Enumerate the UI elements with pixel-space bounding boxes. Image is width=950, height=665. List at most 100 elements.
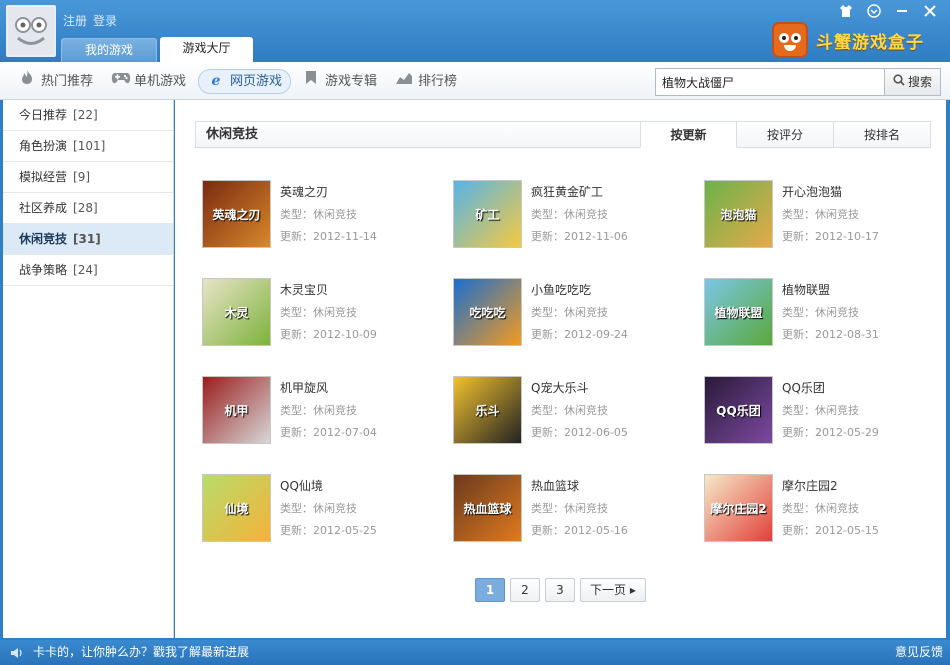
sidebar-item-label: 角色扮演 xyxy=(19,139,68,153)
page-1-button[interactable]: 1 xyxy=(475,578,505,602)
page-2-button[interactable]: 2 xyxy=(510,578,540,602)
game-thumbnail-art: 乐斗 xyxy=(454,377,521,443)
shirt-icon[interactable] xyxy=(832,4,860,24)
game-thumbnail[interactable]: 植物联盟 xyxy=(704,278,773,346)
sidebar-item-count: [28] xyxy=(73,201,98,215)
sidebar-item-casual[interactable]: 休闲竞技 [31] xyxy=(3,224,173,255)
game-card[interactable]: 乐斗 Q宠大乐斗 类型：休闲竞技 更新：2012-06-05 xyxy=(453,376,693,446)
game-name-link[interactable]: QQ仙境 xyxy=(280,477,323,494)
close-icon[interactable] xyxy=(916,4,944,24)
tab-sort-rating[interactable]: 按评分 xyxy=(737,121,834,148)
game-name-link[interactable]: 疯狂黄金矿工 xyxy=(531,183,603,200)
game-card[interactable]: 机甲 机甲旋风 类型：休闲竞技 更新：2012-07-04 xyxy=(202,376,442,446)
section-title: 休闲竞技 xyxy=(206,127,259,142)
sidebar-item-label: 战争策略 xyxy=(19,263,68,277)
sidebar-item-count: [9] xyxy=(73,170,91,184)
search-box: 搜索 xyxy=(655,68,941,96)
game-thumbnail[interactable]: 泡泡猫 xyxy=(704,180,773,248)
feedback-link[interactable]: 意见反馈 xyxy=(895,640,943,665)
game-thumbnail[interactable]: 矿工 xyxy=(453,180,522,248)
game-thumbnail[interactable]: 摩尔庄园2 xyxy=(704,474,773,542)
search-input[interactable] xyxy=(656,69,884,95)
game-thumbnail-art: 仙境 xyxy=(203,475,270,541)
sidebar-item-today[interactable]: 今日推荐 [22] xyxy=(3,100,173,131)
game-card[interactable]: 吃吃吃 小鱼吃吃吃 类型：休闲竞技 更新：2012-09-24 xyxy=(453,278,693,348)
game-name-link[interactable]: 小鱼吃吃吃 xyxy=(531,281,591,298)
game-card[interactable]: 木灵 木灵宝贝 类型：休闲竞技 更新：2012-10-09 xyxy=(202,278,442,348)
game-name-link[interactable]: 机甲旋风 xyxy=(280,379,328,396)
sidebar-item-label: 休闲竞技 xyxy=(19,232,68,246)
tab-sort-rank[interactable]: 按排名 xyxy=(834,121,931,148)
sidebar-item-strategy[interactable]: 战争策略 [24] xyxy=(3,255,173,286)
game-update-date: 更新：2012-07-04 xyxy=(280,426,377,439)
nav-hot[interactable]: 热门推荐 xyxy=(10,69,101,94)
game-thumbnail-art: 摩尔庄园2 xyxy=(705,475,772,541)
news-link[interactable]: 卡卡的，让你肿么办？戳我了解最新进展 xyxy=(33,640,249,665)
avatar[interactable] xyxy=(6,5,56,57)
sidebar-item-label: 社区养成 xyxy=(19,201,68,215)
game-type: 类型：休闲竞技 xyxy=(280,208,357,221)
nav-toolbar: 热门推荐 单机游戏 e 网页游戏 游戏专辑 排行榜 搜索 xyxy=(0,62,950,100)
register-link[interactable]: 注册 xyxy=(63,14,87,28)
tab-sort-update[interactable]: 按更新 xyxy=(640,121,737,148)
game-card[interactable]: 泡泡猫 开心泡泡猫 类型：休闲竞技 更新：2012-10-17 xyxy=(704,180,944,250)
main-panel: 休闲竞技 按更新 按评分 按排名 英魂之刃 英魂之刃 类型：休闲竞技 更新：2012-… xyxy=(175,100,946,638)
game-thumbnail[interactable]: 仙境 xyxy=(202,474,271,542)
sidebar-item-simulation[interactable]: 模拟经营 [9] xyxy=(3,162,173,193)
sidebar-item-label: 今日推荐 xyxy=(19,108,68,122)
game-thumbnail-art: 木灵 xyxy=(203,279,270,345)
game-card[interactable]: 英魂之刃 英魂之刃 类型：休闲竞技 更新：2012-11-14 xyxy=(202,180,442,250)
game-type: 类型：休闲竞技 xyxy=(280,306,357,319)
game-card[interactable]: QQ乐团 QQ乐团 类型：休闲竞技 更新：2012-05-29 xyxy=(704,376,944,446)
sidebar-item-count: [24] xyxy=(73,263,98,277)
bookmark-icon xyxy=(302,69,320,94)
nav-ranking[interactable]: 排行榜 xyxy=(387,69,465,94)
minimize-icon[interactable] xyxy=(888,4,916,24)
game-name-link[interactable]: 摩尔庄园2 xyxy=(782,477,838,494)
nav-albums[interactable]: 游戏专辑 xyxy=(294,69,385,94)
game-name-link[interactable]: 植物联盟 xyxy=(782,281,830,298)
game-type: 类型：休闲竞技 xyxy=(782,404,859,417)
nav-hot-label: 热门推荐 xyxy=(41,74,94,89)
page-3-button[interactable]: 3 xyxy=(545,578,575,602)
game-thumbnail-art: 热血篮球 xyxy=(454,475,521,541)
status-bar: 卡卡的，让你肿么办？戳我了解最新进展 意见反馈 xyxy=(0,640,950,665)
sidebar-item-rpg[interactable]: 角色扮演 [101] xyxy=(3,131,173,162)
game-thumbnail[interactable]: QQ乐团 xyxy=(704,376,773,444)
game-update-date: 更新：2012-05-16 xyxy=(531,524,628,537)
sidebar-item-community[interactable]: 社区养成 [28] xyxy=(3,193,173,224)
game-thumbnail[interactable]: 英魂之刃 xyxy=(202,180,271,248)
nav-webgames[interactable]: e 网页游戏 xyxy=(198,69,292,94)
settings-icon[interactable] xyxy=(860,4,888,24)
window-controls xyxy=(832,4,944,24)
game-name-link[interactable]: 英魂之刃 xyxy=(280,183,328,200)
game-thumbnail[interactable]: 木灵 xyxy=(202,278,271,346)
ie-icon: e xyxy=(211,73,221,89)
game-thumbnail[interactable]: 乐斗 xyxy=(453,376,522,444)
nav-single[interactable]: 单机游戏 xyxy=(103,69,194,94)
game-thumbnail-art: 英魂之刃 xyxy=(203,181,270,247)
next-page-button[interactable]: 下一页 ▸ xyxy=(580,578,646,602)
game-name-link[interactable]: QQ乐团 xyxy=(782,379,825,396)
game-name-link[interactable]: 热血篮球 xyxy=(531,477,579,494)
tab-my-games[interactable]: 我的游戏 xyxy=(61,38,157,62)
game-card[interactable]: 植物联盟 植物联盟 类型：休闲竞技 更新：2012-08-31 xyxy=(704,278,944,348)
game-thumbnail[interactable]: 机甲 xyxy=(202,376,271,444)
game-card[interactable]: 矿工 疯狂黄金矿工 类型：休闲竞技 更新：2012-11-06 xyxy=(453,180,693,250)
search-button[interactable]: 搜索 xyxy=(884,69,940,95)
game-name-link[interactable]: Q宠大乐斗 xyxy=(531,379,588,396)
game-update-date: 更新：2012-11-06 xyxy=(531,230,628,243)
game-card[interactable]: 仙境 QQ仙境 类型：休闲竞技 更新：2012-05-25 xyxy=(202,474,442,544)
game-thumbnail-art: 吃吃吃 xyxy=(454,279,521,345)
login-link[interactable]: 登录 xyxy=(93,14,117,28)
game-card[interactable]: 摩尔庄园2 摩尔庄园2 类型：休闲竞技 更新：2012-05-15 xyxy=(704,474,944,544)
game-card[interactable]: 热血篮球 热血篮球 类型：休闲竞技 更新：2012-05-16 xyxy=(453,474,693,544)
game-update-date: 更新：2012-10-17 xyxy=(782,230,879,243)
game-thumbnail[interactable]: 吃吃吃 xyxy=(453,278,522,346)
game-thumbnail-art: 泡泡猫 xyxy=(705,181,772,247)
game-name-link[interactable]: 木灵宝贝 xyxy=(280,281,328,298)
tab-game-hall[interactable]: 游戏大厅 xyxy=(160,37,253,62)
game-thumbnail[interactable]: 热血篮球 xyxy=(453,474,522,542)
game-type: 类型：休闲竞技 xyxy=(531,404,608,417)
game-name-link[interactable]: 开心泡泡猫 xyxy=(782,183,842,200)
